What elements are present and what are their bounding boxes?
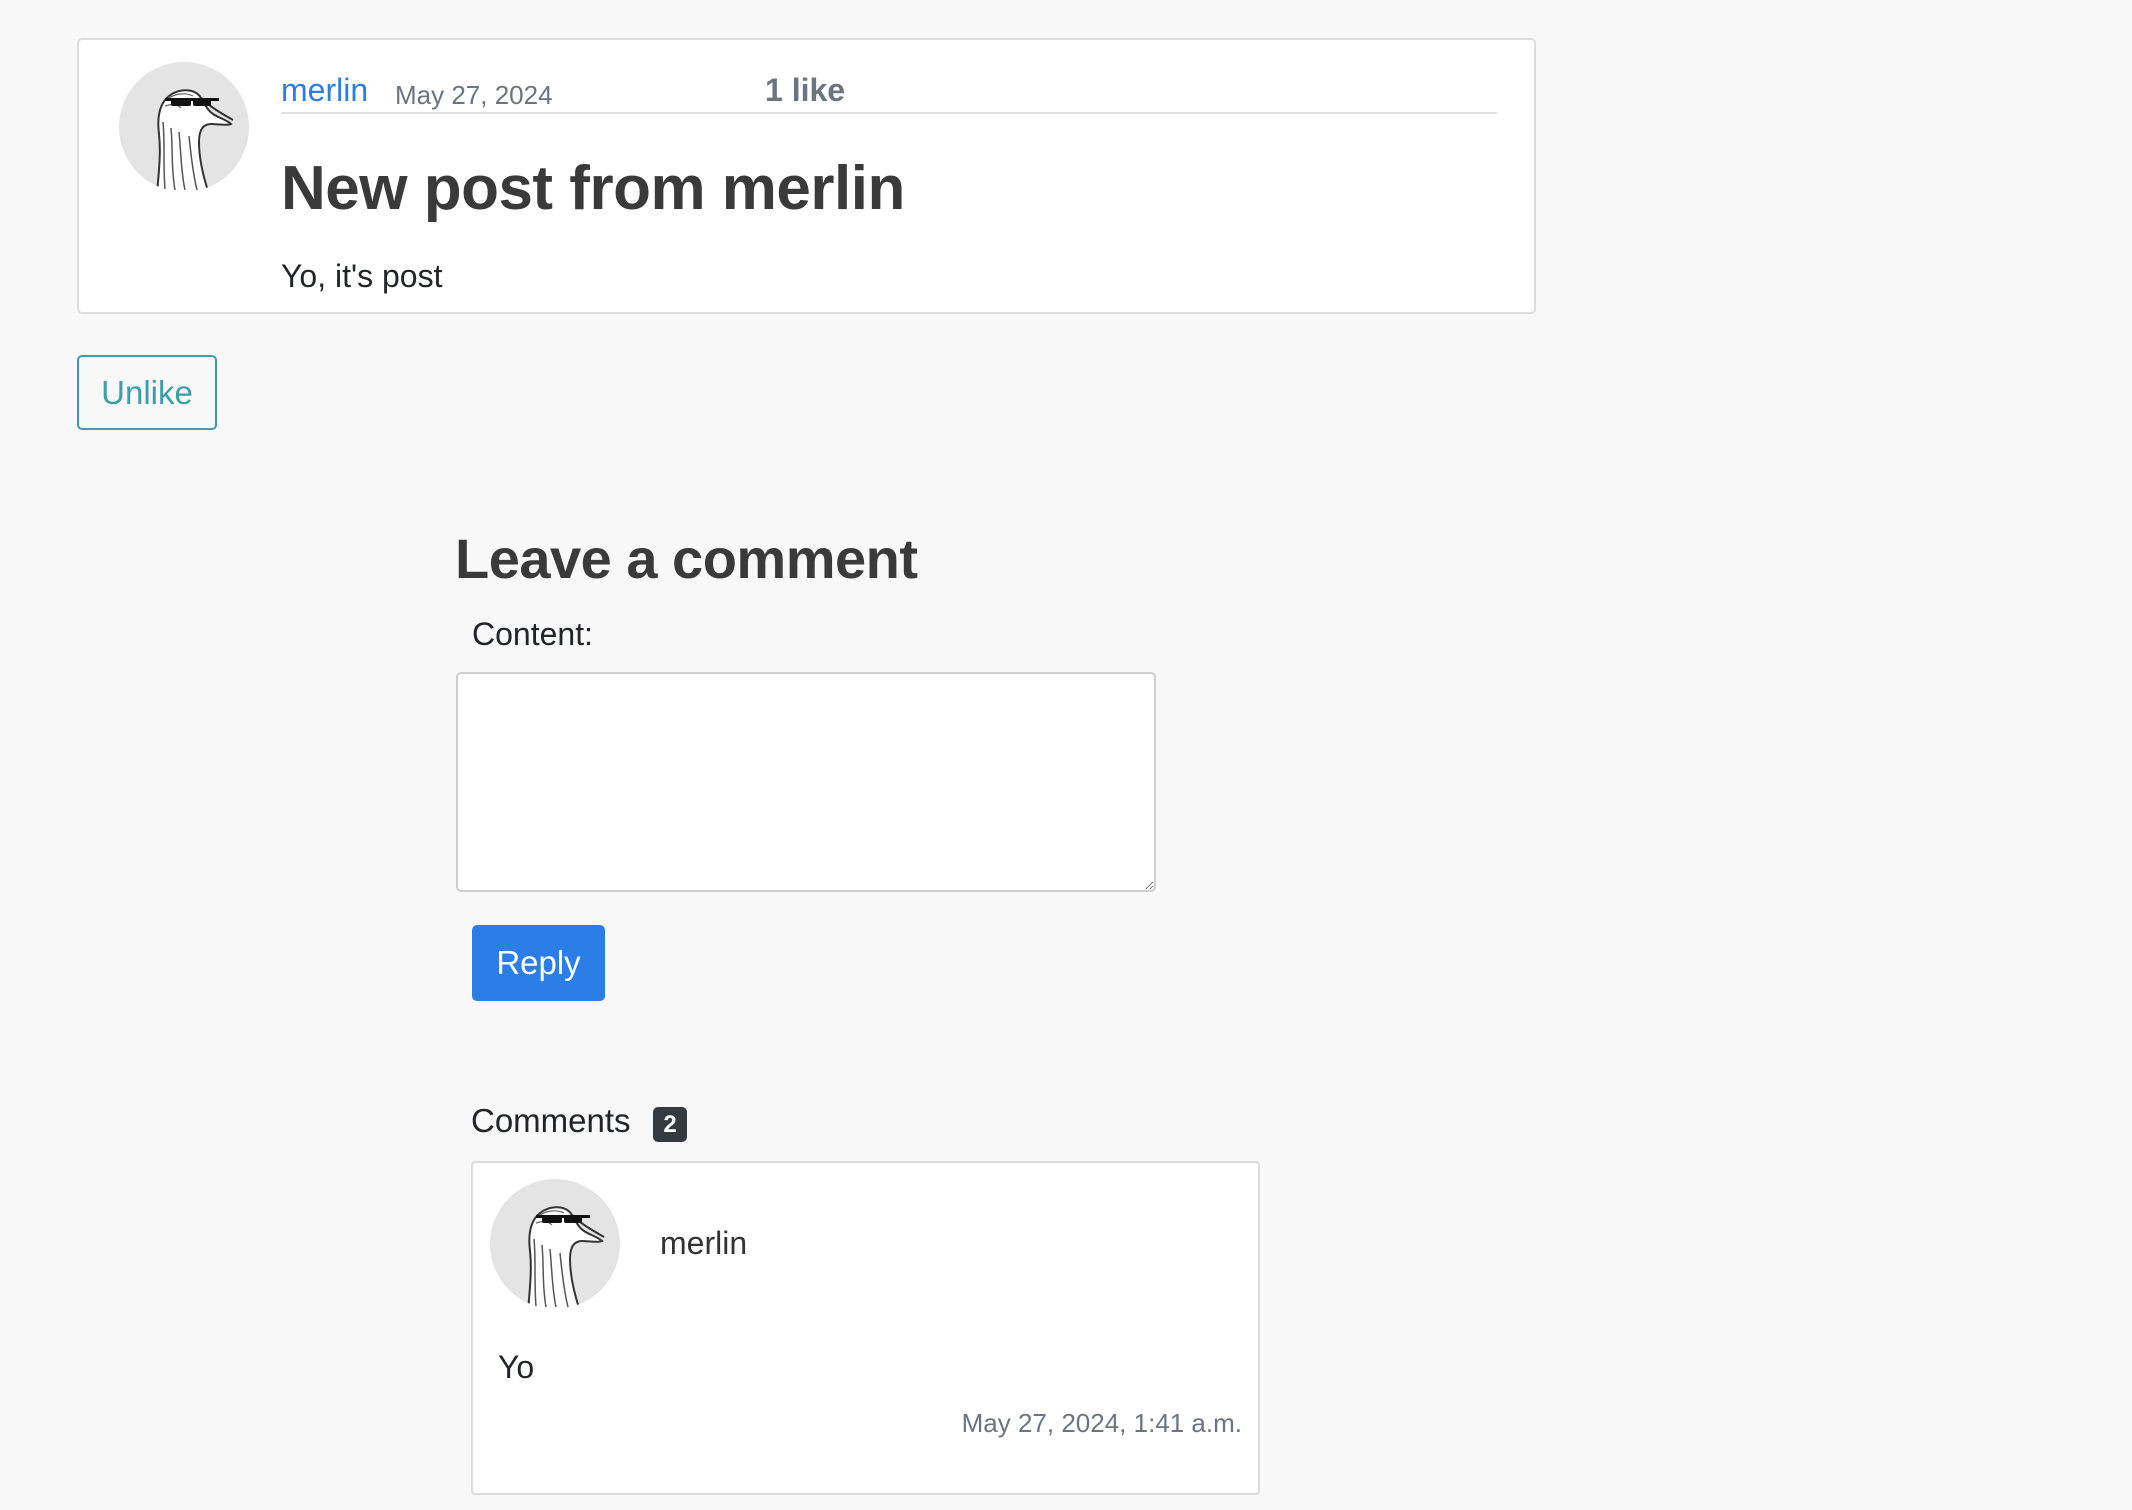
comment-card: merlin Yo May 27, 2024, 1:41 a.m. [471, 1161, 1260, 1495]
post-card: merlin May 27, 2024 1 like New post from… [77, 38, 1536, 314]
comments-heading: Comments [471, 1102, 631, 1139]
comment-form-heading: Leave a comment [455, 527, 918, 590]
post-author-avatar [119, 62, 249, 192]
like-count: 1 like [765, 72, 846, 108]
goose-with-sunglasses-icon [527, 1206, 605, 1309]
comments-count-badge: 2 [653, 1107, 687, 1142]
reply-button[interactable]: Reply [472, 925, 605, 1001]
post-date: May 27, 2024 [395, 80, 553, 110]
post-title: New post from merlin [281, 154, 905, 223]
comment-content-field[interactable] [456, 672, 1156, 892]
goose-with-sunglasses-icon [156, 89, 234, 192]
unlike-button[interactable]: Unlike [77, 355, 217, 430]
comment-date: May 27, 2024, 1:41 a.m. [961, 1408, 1242, 1438]
post-author-link[interactable]: merlin [281, 72, 368, 109]
content-label: Content: [472, 616, 593, 652]
comment-author: merlin [660, 1225, 748, 1261]
comment-author-avatar [490, 1179, 620, 1309]
post-body: Yo, it's post [281, 258, 443, 294]
post-meta: merlin May 27, 2024 1 like [281, 64, 1497, 114]
comment-text: Yo [498, 1349, 535, 1385]
